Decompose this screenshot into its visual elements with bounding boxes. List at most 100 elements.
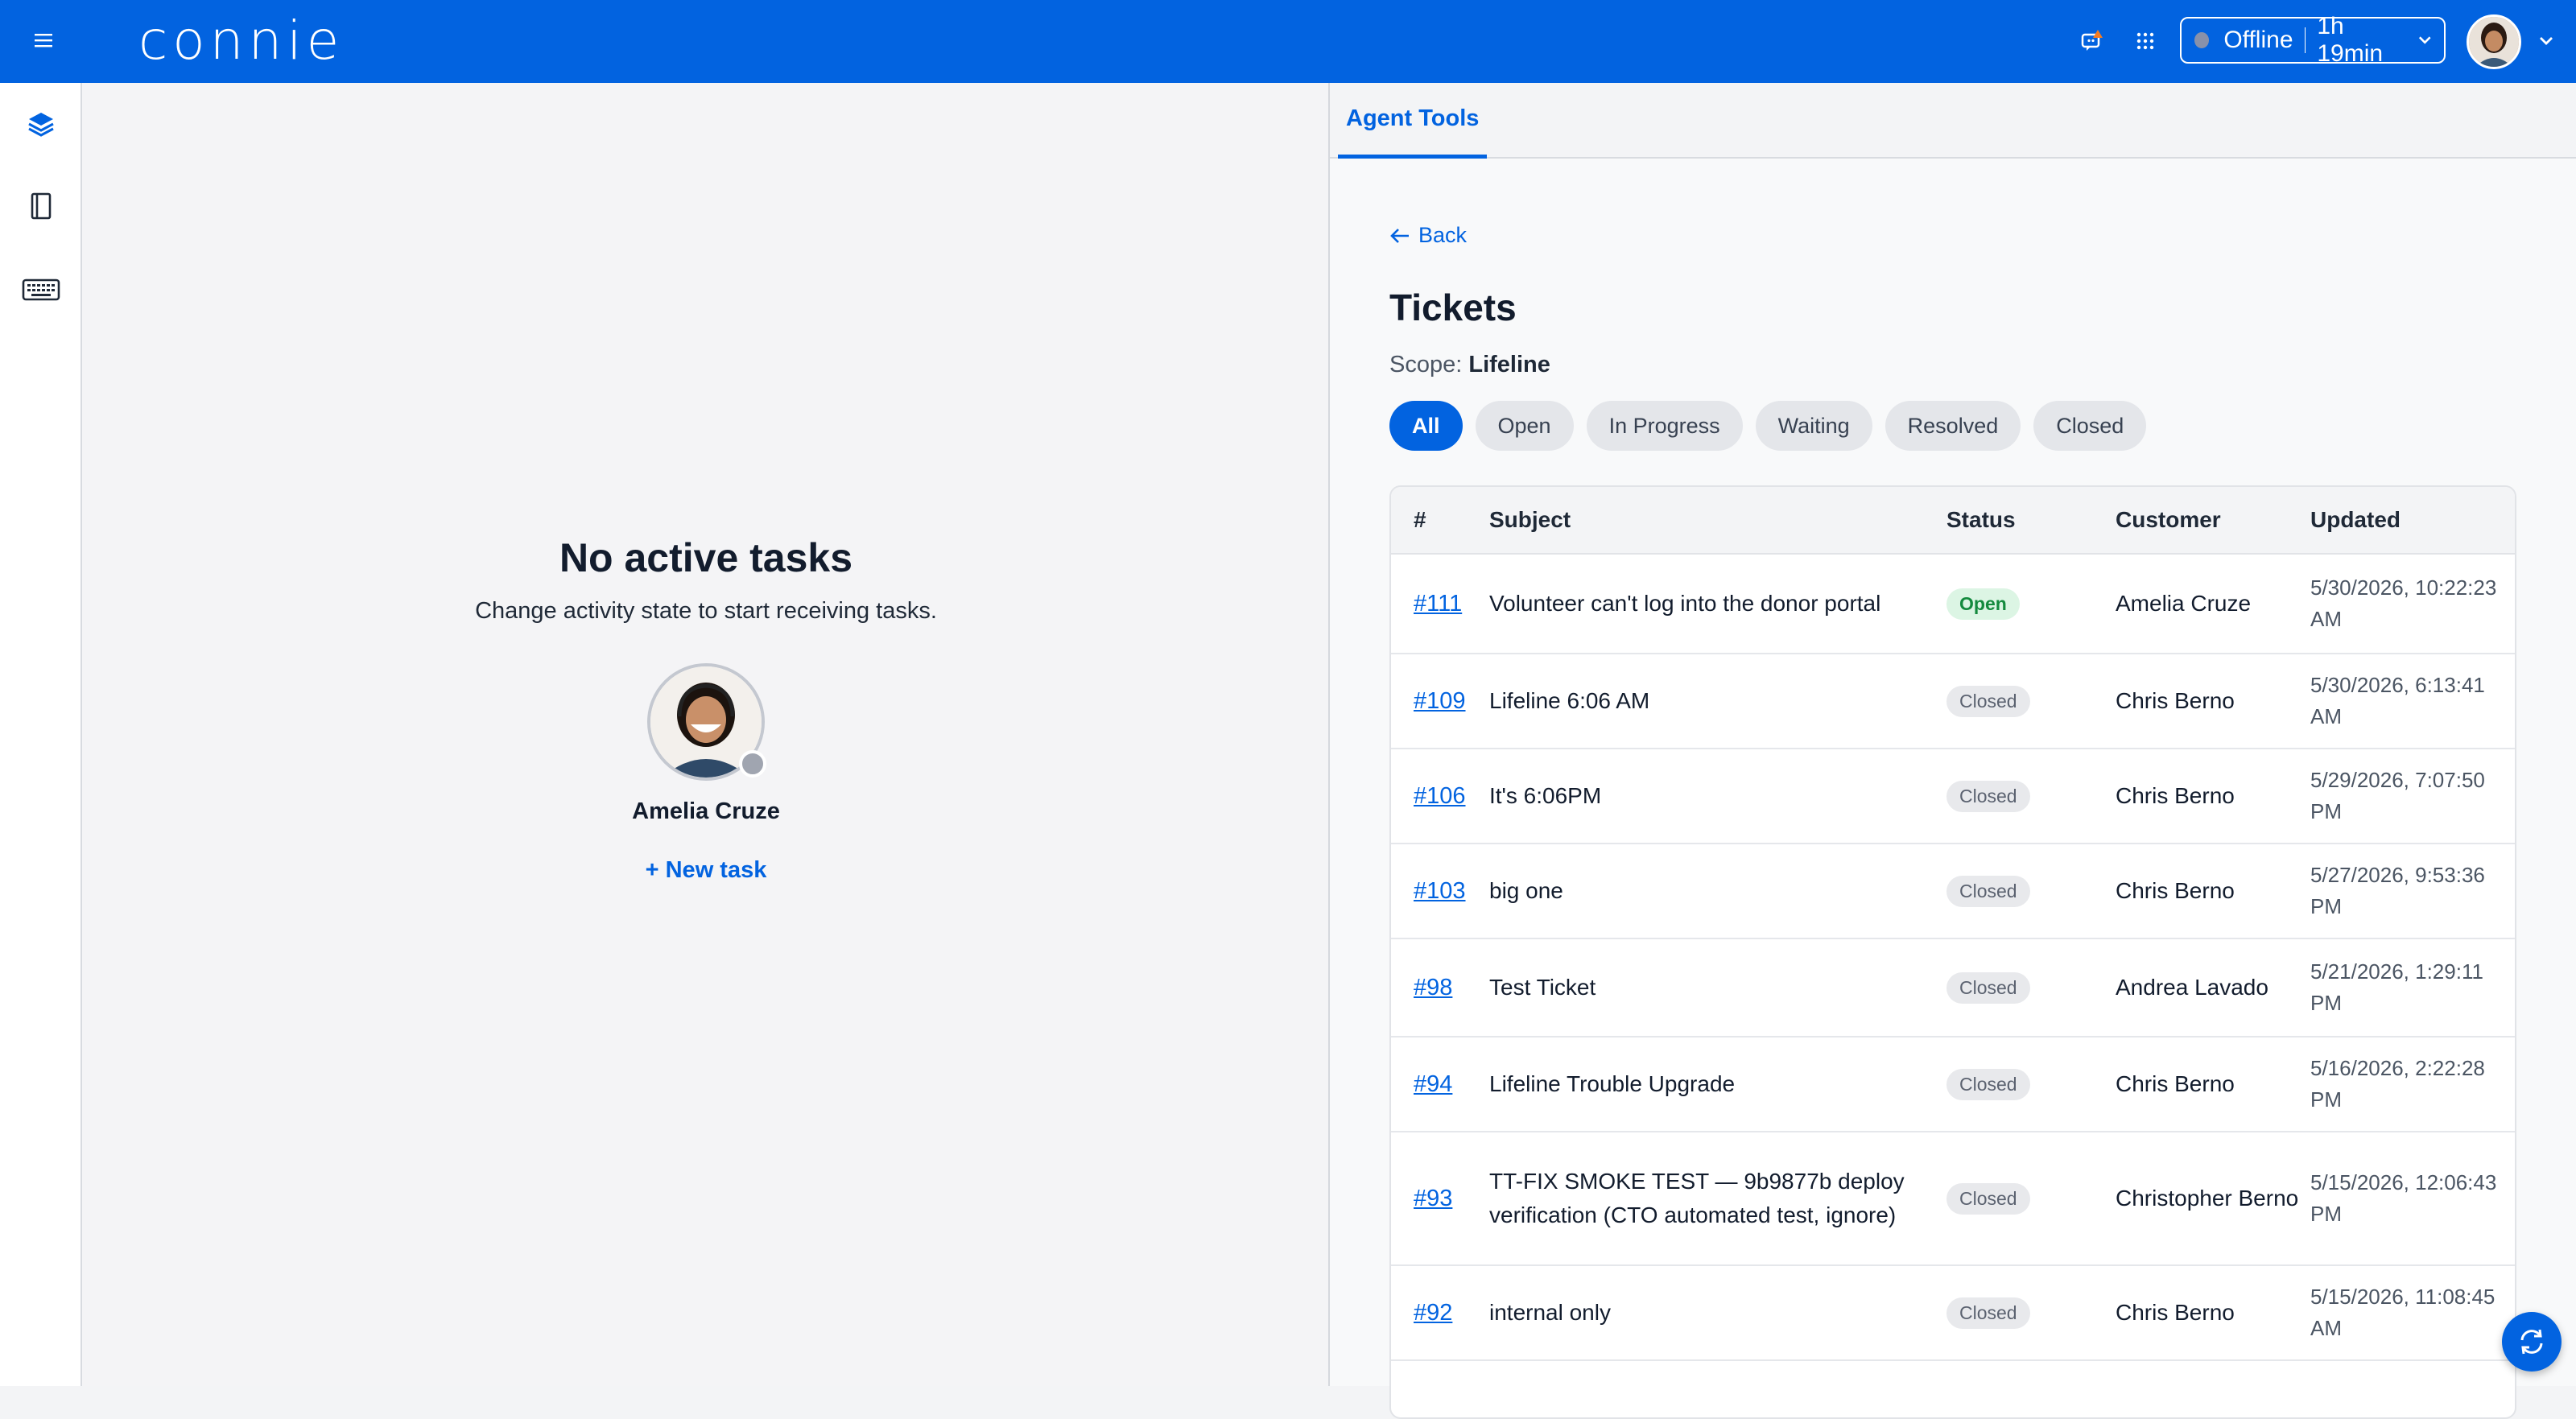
- status-cell: Closed: [1946, 1297, 2116, 1329]
- tab-agent-tools[interactable]: Agent Tools: [1338, 83, 1488, 159]
- ticket-link[interactable]: #111: [1414, 591, 1462, 617]
- agent-tools-pane: Agent Tools Back Tickets Scope: Lifeline…: [1330, 83, 2576, 1419]
- nav-layers[interactable]: [18, 102, 64, 149]
- ticket-link[interactable]: #92: [1414, 1300, 1452, 1326]
- refresh-button[interactable]: [2502, 1312, 2562, 1372]
- agent-name: Amelia Cruze: [632, 798, 780, 824]
- table-row[interactable]: #98 Test Ticket Closed Andrea Lavado 5/21/20…: [1391, 939, 2515, 1037]
- activity-status-button[interactable]: Offline 1h 19min: [2180, 13, 2446, 67]
- status-filters: All Open In Progress Waiting Resolved Closed: [1389, 401, 2147, 451]
- status-badge: Closed: [1946, 780, 2030, 812]
- table-row[interactable]: #92 internal only Closed Chris Berno 5/15/20…: [1391, 1266, 2515, 1361]
- ticket-subject: Lifeline 6:06 AM: [1489, 688, 1650, 713]
- status-cell: Closed: [1946, 1182, 2116, 1215]
- nav-keyboard[interactable]: [18, 268, 64, 315]
- grid-dots-icon[interactable]: [2128, 24, 2162, 58]
- offline-status-dot: [2194, 32, 2210, 48]
- refresh-icon: [2520, 1329, 2543, 1355]
- ticket-link[interactable]: #109: [1414, 688, 1466, 714]
- status-cell: Closed: [1946, 875, 2116, 907]
- ticket-subject: internal only: [1489, 1300, 1611, 1325]
- agent-avatar: [647, 663, 766, 781]
- column-header: Subject: [1489, 507, 1571, 532]
- updated-timestamp: 5/30/2026, 10:22:23 AM: [2310, 575, 2497, 631]
- presence-dot: [739, 750, 766, 778]
- empty-title: No active tasks: [559, 535, 853, 580]
- ticket-subject: big one: [1489, 878, 1563, 903]
- scope-label: Scope:: [1389, 352, 1463, 377]
- empty-subtitle: Change activity state to start receiving…: [475, 598, 937, 624]
- updated-timestamp: 5/15/2026, 12:06:43 PM: [2310, 1170, 2497, 1226]
- ticket-link[interactable]: #98: [1414, 975, 1452, 1000]
- table-row[interactable]: #94 Lifeline Trouble Upgrade Closed Chris B…: [1391, 1037, 2515, 1132]
- ticket-subject: Volunteer can't log into the donor porta…: [1489, 591, 1881, 616]
- customer-name: Amelia Cruze: [2116, 591, 2252, 616]
- status-cell: Closed: [1946, 1068, 2116, 1100]
- arrow-left-icon: [1390, 228, 1409, 243]
- table-row[interactable]: #93 TT-FIX SMOKE TEST — 9b9877b deploy ve…: [1391, 1132, 2515, 1266]
- back-link[interactable]: Back: [1389, 223, 1467, 248]
- status-cell: Closed: [1946, 971, 2116, 1004]
- column-header: Customer: [2116, 507, 2221, 532]
- customer-name: Andrea Lavado: [2116, 975, 2268, 1000]
- table-row[interactable]: #106 It's 6:06PM Closed Chris Berno 5/29/202…: [1391, 749, 2515, 844]
- customer-name: Chris Berno: [2116, 783, 2235, 808]
- ticket-subject: Test Ticket: [1489, 975, 1596, 1000]
- logo-text: connie: [138, 10, 345, 72]
- ticket-link[interactable]: #106: [1414, 783, 1466, 809]
- column-header: #: [1414, 507, 1426, 532]
- customer-name: Chris Berno: [2116, 688, 2235, 713]
- side-nav: [0, 83, 82, 1386]
- status-state: Offline: [2223, 27, 2293, 53]
- scope-value: Lifeline: [1468, 352, 1550, 377]
- table-row[interactable]: #111 Volunteer can't log into the donor p…: [1391, 555, 2515, 654]
- filter-open[interactable]: Open: [1475, 401, 1574, 451]
- ticket-id-cell: #94: [1391, 1071, 1489, 1098]
- table-row[interactable]: #109 Lifeline 6:06 AM Closed Chris Berno 5/3…: [1391, 654, 2515, 749]
- scope: Scope: Lifeline: [1389, 352, 1550, 378]
- ticket-id-cell: #93: [1391, 1186, 1489, 1212]
- tab-bar: Agent Tools: [1330, 83, 2576, 159]
- nav-notebook[interactable]: [18, 184, 64, 231]
- chat-alert-icon[interactable]: [2075, 24, 2109, 58]
- status-duration: 1h 19min: [2317, 13, 2384, 67]
- status-cell: Closed: [1946, 780, 2116, 812]
- updated-timestamp: 5/15/2026, 11:08:45 AM: [2310, 1285, 2496, 1340]
- ticket-id-cell: #98: [1391, 975, 1489, 1001]
- filter-waiting[interactable]: Waiting: [1755, 401, 1872, 451]
- filter-all[interactable]: All: [1389, 401, 1463, 451]
- customer-name: Chris Berno: [2116, 878, 2235, 903]
- notebook-icon: [29, 192, 53, 225]
- user-avatar[interactable]: [2467, 14, 2521, 69]
- new-task-button[interactable]: + New task: [646, 857, 767, 884]
- status-badge: Closed: [1946, 971, 2030, 1004]
- hamburger-icon[interactable]: [27, 24, 60, 56]
- connie-logo: connie: [138, 11, 344, 71]
- ticket-id-cell: #106: [1391, 783, 1489, 810]
- chevron-down-icon[interactable]: [2534, 29, 2558, 53]
- ticket-link[interactable]: #103: [1414, 878, 1466, 904]
- table-header: # Subject Status Customer Updated: [1391, 487, 2515, 555]
- ticket-subject: TT-FIX SMOKE TEST — 9b9877b deploy verif…: [1489, 1169, 1905, 1227]
- ticket-link[interactable]: #93: [1414, 1186, 1452, 1211]
- ticket-link[interactable]: #94: [1414, 1071, 1452, 1097]
- ticket-id-cell: #111: [1391, 591, 1489, 617]
- chevron-down-icon: [2418, 36, 2431, 44]
- filter-closed[interactable]: Closed: [2033, 401, 2147, 451]
- column-header: Status: [1946, 507, 2016, 532]
- status-badge: Open: [1946, 588, 2020, 620]
- top-bar: connie Offline 1h 19min: [0, 0, 2576, 83]
- ticket-subject: Lifeline Trouble Upgrade: [1489, 1071, 1736, 1096]
- tickets-table: # Subject Status Customer Updated #111 Volunt…: [1389, 485, 2516, 1419]
- filter-in-progress[interactable]: In Progress: [1586, 401, 1743, 451]
- updated-timestamp: 5/27/2026, 9:53:36 PM: [2310, 863, 2485, 918]
- page-title: Tickets: [1389, 287, 1517, 328]
- customer-name: Chris Berno: [2116, 1071, 2235, 1096]
- status-badge: Closed: [1946, 685, 2030, 717]
- layers-icon: [27, 109, 56, 142]
- status-divider: [2304, 27, 2306, 53]
- updated-timestamp: 5/30/2026, 6:13:41 AM: [2310, 673, 2485, 728]
- customer-name: Christopher Berno: [2116, 1186, 2299, 1211]
- filter-resolved[interactable]: Resolved: [1885, 401, 2021, 451]
- table-row[interactable]: #103 big one Closed Chris Berno 5/27/2026, 9…: [1391, 844, 2515, 939]
